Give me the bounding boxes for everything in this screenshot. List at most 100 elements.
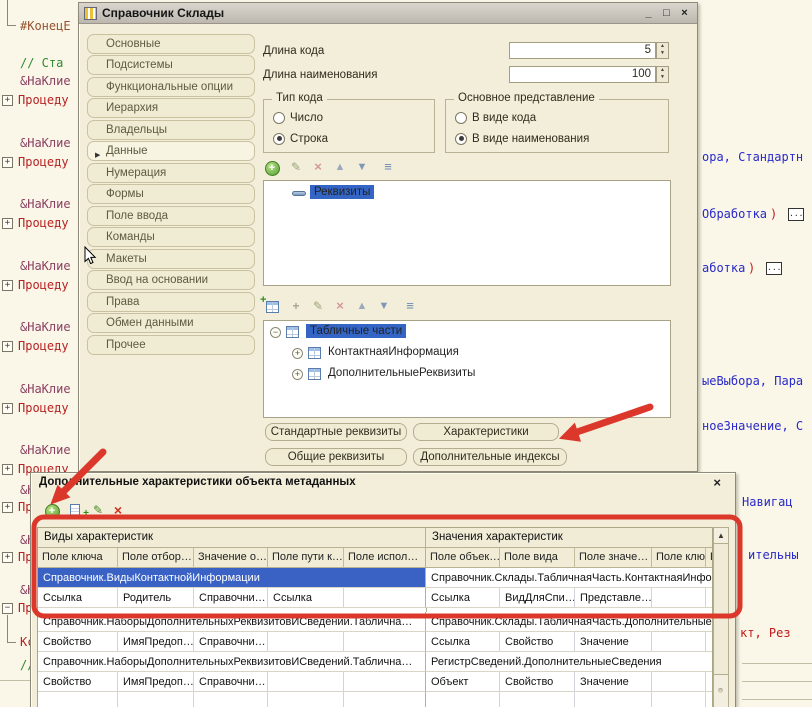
- table-cell[interactable]: Ссылка: [426, 588, 500, 607]
- fold-expand-icon[interactable]: +: [2, 280, 13, 291]
- tab-makety[interactable]: Макеты: [87, 249, 255, 269]
- minimize-button[interactable]: _: [641, 7, 656, 19]
- fold-expand-icon[interactable]: +: [2, 502, 13, 513]
- tab-ierarhiya[interactable]: Иерархия: [87, 98, 255, 118]
- collapsed-code-marker[interactable]: ...: [766, 262, 782, 275]
- scrollbar-thumb[interactable]: [714, 674, 728, 707]
- catalog-dialog-titlebar[interactable]: Справочник Склады _ □ ×: [79, 3, 697, 24]
- collapsed-code-marker[interactable]: ...: [788, 208, 804, 221]
- table-cell[interactable]: Ссылка: [426, 632, 500, 651]
- copy-characteristic-button[interactable]: +: [67, 502, 85, 519]
- table-cell[interactable]: Значение: [575, 632, 652, 651]
- fold-expand-icon[interactable]: +: [2, 157, 13, 168]
- edit-icon[interactable]: ✎: [287, 159, 305, 176]
- standard-attributes-button[interactable]: Стандартные реквизиты: [265, 423, 407, 441]
- table-cell[interactable]: ВидДляСпи…: [500, 588, 575, 607]
- table-cell[interactable]: [268, 672, 344, 691]
- radio-string-label[interactable]: Строка: [290, 133, 328, 145]
- edit-icon[interactable]: ✎: [89, 502, 107, 519]
- fold-expand-icon[interactable]: +: [2, 218, 13, 229]
- table-cell[interactable]: Значение: [575, 672, 652, 691]
- record-kind-title[interactable]: Справочник.ВидыКонтактнойИнформации: [38, 568, 426, 588]
- radio-number[interactable]: [273, 112, 285, 124]
- tab-prochee[interactable]: Прочее: [87, 335, 255, 355]
- fold-collapse-icon[interactable]: −: [2, 603, 13, 614]
- record-kind-title[interactable]: Справочник.НаборыДополнительныхРеквизито…: [38, 612, 426, 632]
- characteristics-button[interactable]: Характеристики: [413, 423, 559, 441]
- attributes-root-node[interactable]: Реквизиты: [310, 185, 374, 199]
- add-subattribute-icon[interactable]: +: [287, 298, 305, 315]
- tab-osnovnye[interactable]: Основные: [87, 34, 255, 54]
- radio-number-label[interactable]: Число: [290, 112, 323, 124]
- record-value-cells[interactable]: Ссылка ВидДляСпи… Представле…: [426, 588, 713, 608]
- close-button[interactable]: ×: [713, 475, 721, 490]
- tabular-node-additional-attributes[interactable]: ДополнительныеРеквизиты: [328, 367, 475, 379]
- table-cell[interactable]: ИмяПредоп…: [118, 672, 194, 691]
- table-cell[interactable]: Объект: [426, 672, 500, 691]
- table-cell[interactable]: [268, 632, 344, 651]
- add-characteristic-button[interactable]: +: [43, 502, 61, 519]
- table-cell[interactable]: [652, 672, 706, 691]
- delete-icon[interactable]: ×: [309, 159, 327, 176]
- tab-obmen-dannymi[interactable]: Обмен данными: [87, 313, 255, 333]
- code-length-spinner[interactable]: ▲ ▼: [656, 42, 669, 59]
- spin-up-icon[interactable]: ▲: [657, 43, 668, 50]
- spin-up-icon[interactable]: ▲: [657, 67, 668, 74]
- table-cell[interactable]: Свойство: [500, 632, 575, 651]
- radio-as-name[interactable]: [455, 133, 467, 145]
- code-length-input[interactable]: 5: [509, 42, 656, 59]
- scroll-up-icon[interactable]: ▲: [714, 528, 728, 544]
- table-cell[interactable]: Родитель: [118, 588, 194, 607]
- close-button[interactable]: ×: [677, 7, 692, 19]
- table-scrollbar[interactable]: ▲: [713, 527, 729, 707]
- record-value-cells[interactable]: Объект Свойство Значение: [426, 672, 713, 692]
- record-kind-cells[interactable]: Свойство ИмяПредоп… Справочни…: [38, 672, 426, 692]
- tab-podsistemy[interactable]: Подсистемы: [87, 55, 255, 75]
- table-cell[interactable]: Свойство: [38, 632, 118, 651]
- table-cell[interactable]: [344, 632, 426, 651]
- name-length-input[interactable]: 100: [509, 66, 656, 83]
- table-cell[interactable]: Свойство: [38, 672, 118, 691]
- maximize-button[interactable]: □: [659, 7, 674, 19]
- record-value-cells[interactable]: Ссылка Свойство Значение: [426, 632, 713, 652]
- fold-expand-icon[interactable]: +: [2, 464, 13, 475]
- table-cell[interactable]: [344, 672, 426, 691]
- table-cell[interactable]: Ссылка: [268, 588, 344, 607]
- table-cell[interactable]: Справочни…: [194, 672, 268, 691]
- radio-as-name-label[interactable]: В виде наименования: [472, 133, 589, 145]
- tab-funkcionalnye-opcii[interactable]: Функциональные опции: [87, 77, 255, 97]
- radio-as-code-label[interactable]: В виде кода: [472, 112, 536, 124]
- table-cell[interactable]: [652, 632, 706, 651]
- table-cell[interactable]: [706, 588, 713, 607]
- record-kind-title[interactable]: Справочник.НаборыДополнительныхРеквизито…: [38, 652, 426, 672]
- attributes-tree[interactable]: Реквизиты: [263, 180, 671, 286]
- table-cell[interactable]: [652, 588, 706, 607]
- edit-icon[interactable]: ✎: [309, 298, 327, 315]
- add-tabular-section-button[interactable]: +: [263, 298, 281, 315]
- record-value-title[interactable]: Справочник.Склады.ТабличнаяЧасть.Дополни…: [426, 612, 713, 632]
- table-cell[interactable]: Ссылка: [38, 588, 118, 607]
- move-up-icon[interactable]: ▲: [331, 159, 349, 176]
- radio-string[interactable]: [273, 133, 285, 145]
- tree-expand-icon[interactable]: +: [292, 369, 303, 380]
- record-value-title[interactable]: Справочник.Склады.ТабличнаяЧасть.Контакт…: [426, 568, 713, 588]
- radio-as-code[interactable]: [455, 112, 467, 124]
- table-cell[interactable]: Справочни…: [194, 588, 268, 607]
- fold-expand-icon[interactable]: +: [2, 552, 13, 563]
- spin-down-icon[interactable]: ▼: [657, 50, 668, 57]
- fold-expand-icon[interactable]: +: [2, 403, 13, 414]
- move-down-icon[interactable]: ▼: [375, 298, 393, 315]
- tab-pole-vvoda[interactable]: Поле ввода: [87, 206, 255, 226]
- record-kind-cells[interactable]: Ссылка Родитель Справочни… Ссылка: [38, 588, 426, 608]
- table-cell[interactable]: ИмяПредоп…: [118, 632, 194, 651]
- table-cell[interactable]: Свойство: [500, 672, 575, 691]
- table-cell[interactable]: Представле…: [575, 588, 652, 607]
- list-icon[interactable]: ≡: [401, 298, 419, 315]
- table-cell[interactable]: [344, 588, 426, 607]
- tab-prava[interactable]: Права: [87, 292, 255, 312]
- list-icon[interactable]: ≡: [379, 159, 397, 176]
- tab-vvod-na-osnovanii[interactable]: Ввод на основании: [87, 270, 255, 290]
- name-length-spinner[interactable]: ▲ ▼: [656, 66, 669, 83]
- table-cell[interactable]: [706, 672, 713, 691]
- tree-expand-icon[interactable]: +: [292, 348, 303, 359]
